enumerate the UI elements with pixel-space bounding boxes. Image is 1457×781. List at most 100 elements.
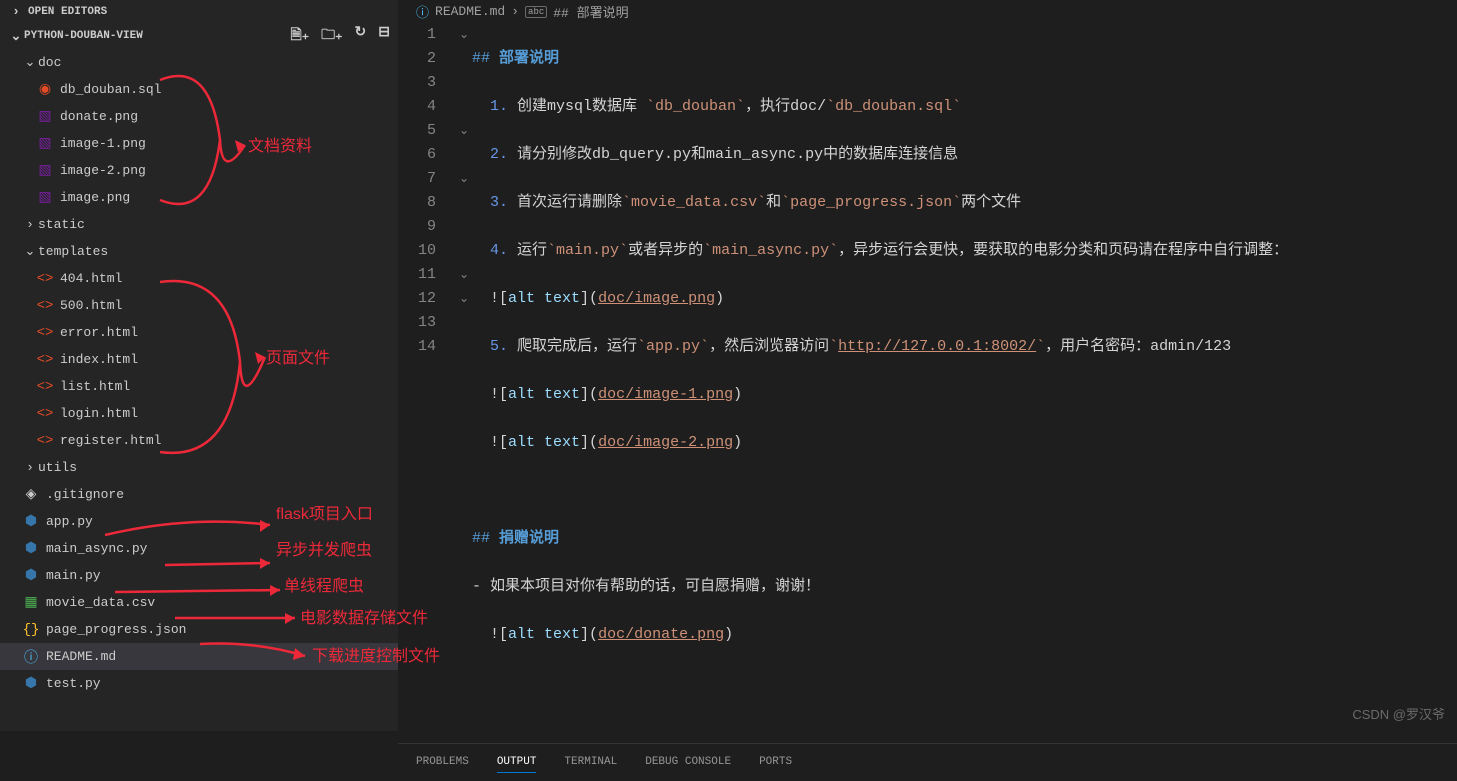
file-label: main.py [46,568,101,583]
html-icon: <> [36,352,54,368]
tree-item-list-html[interactable]: <> list.html [0,373,398,400]
refresh-icon[interactable]: ↻ [355,24,367,48]
breadcrumb[interactable]: ⓘ README.md › abc ## 部署说明 [398,0,1457,23]
new-folder-icon[interactable]: 🗀₊ [321,24,342,48]
line-gutter: 1234567891011121314 [398,23,456,743]
sidebar: › OPEN EDITORS ⌄ PYTHON-DOUBAN-VIEW 🗎₊ 🗀… [0,0,398,731]
img-icon: ▧ [36,189,54,206]
tree-item-donate-png[interactable]: ▧ donate.png [0,103,398,130]
project-name: PYTHON-DOUBAN-VIEW [24,30,143,42]
html-icon: <> [36,406,54,422]
panel-tab-debug-console[interactable]: DEBUG CONSOLE [645,752,731,773]
new-file-icon[interactable]: 🗎₊ [290,24,309,48]
file-label: error.html [60,325,138,340]
chevron-icon: › [22,460,38,475]
file-label: page_progress.json [46,622,186,637]
py-icon: ⬢ [22,540,40,557]
info-icon: ⓘ [416,2,429,21]
html-icon: <> [36,325,54,341]
py-icon: ⬢ [22,567,40,584]
file-tree: ⌄doc◉db_douban.sql▧donate.png▧image-1.pn… [0,49,398,731]
tree-item-README-md[interactable]: ⓘ README.md [0,643,398,670]
tree-item-app-py[interactable]: ⬢app.py [0,508,398,535]
html-icon: <> [36,298,54,314]
tree-item-doc[interactable]: ⌄doc [0,49,398,76]
chevron-icon: ⌄ [22,244,38,259]
panel-tab-terminal[interactable]: TERMINAL [564,752,617,773]
abc-icon: abc [525,6,547,18]
file-label: image.png [60,190,130,205]
breadcrumb-section[interactable]: ## 部署说明 [553,2,628,21]
html-icon: <> [36,271,54,287]
watermark: CSDN @罗汉爷 [1352,704,1445,723]
tree-item-main_async-py[interactable]: ⬢ main_async.py [0,535,398,562]
folder-label: static [38,217,85,232]
folder-label: utils [38,460,77,475]
folder-label: templates [38,244,108,259]
project-header[interactable]: ⌄ PYTHON-DOUBAN-VIEW 🗎₊ 🗀₊ ↻ ⊟ [0,23,398,49]
file-label: test.py [46,676,101,691]
file-label: login.html [60,406,138,421]
tree-item-db_douban-sql[interactable]: ◉ db_douban.sql [0,76,398,103]
file-label: donate.png [60,109,138,124]
tree-item-image-2-png[interactable]: ▧image-2.png [0,157,398,184]
sql-icon: ◉ [36,81,54,98]
tree-item-movie_data-csv[interactable]: ▦ movie_data.csv [0,589,398,616]
img-icon: ▧ [36,108,54,125]
chevron-icon: ⌄ [22,55,38,70]
main-area: ⓘ README.md › abc ## 部署说明 12345678910111… [398,0,1457,731]
tree-item-register-html[interactable]: <> register.html [0,427,398,454]
chevron-icon: › [22,217,38,232]
tree-item-test-py[interactable]: ⬢ test.py [0,670,398,697]
fold-column[interactable]: ⌄⌄⌄⌄⌄ [456,23,472,743]
bottom-panel: PROBLEMS OUTPUT TERMINAL DEBUG CONSOLE PORTS [398,743,1457,781]
editor[interactable]: 1234567891011121314 ⌄⌄⌄⌄⌄ ## 部署说明 1. 创建m… [398,23,1457,743]
chevron-right-icon: › [511,4,519,19]
file-label: db_douban.sql [60,82,161,97]
folder-label: doc [38,55,61,70]
open-editors-label: OPEN EDITORS [28,6,107,18]
panel-tabs: PROBLEMS OUTPUT TERMINAL DEBUG CONSOLE PORTS [398,744,1457,781]
breadcrumb-file[interactable]: README.md [435,4,505,19]
tree-item-index-html[interactable]: <> index.html [0,346,398,373]
html-icon: <> [36,379,54,395]
open-editors-header[interactable]: › OPEN EDITORS [0,0,398,23]
file-label: 404.html [60,271,122,286]
panel-tab-ports[interactable]: PORTS [759,752,792,773]
file-label: index.html [60,352,138,367]
json-icon: {} [22,622,40,638]
chevron-down-icon: ⌄ [8,29,24,44]
tree-item-templates[interactable]: ⌄templates [0,238,398,265]
tree-item-page_progress-json[interactable]: {} page_progress.json [0,616,398,643]
csv-icon: ▦ [22,594,40,611]
collapse-icon[interactable]: ⊟ [378,24,390,48]
html-icon: <> [36,433,54,449]
py-icon: ⬢ [22,675,40,692]
file-label: register.html [60,433,161,448]
tree-item-image-1-png[interactable]: ▧ image-1.png [0,130,398,157]
chevron-right-icon: › [8,4,24,19]
tree-item--gitignore[interactable]: ◈.gitignore [0,481,398,508]
tree-item-404-html[interactable]: <> 404.html [0,265,398,292]
tree-item-error-html[interactable]: <> error.html [0,319,398,346]
file-label: README.md [46,649,116,664]
tree-item-login-html[interactable]: <> login.html [0,400,398,427]
file-label: movie_data.csv [46,595,155,610]
file-label: image-1.png [60,136,146,151]
tree-item-main-py[interactable]: ⬢ main.py [0,562,398,589]
tree-item-utils[interactable]: ›utils [0,454,398,481]
tree-item-static[interactable]: ›static [0,211,398,238]
file-label: list.html [60,379,130,394]
tree-item-500-html[interactable]: <> 500.html [0,292,398,319]
info-icon: ⓘ [22,647,40,667]
img-icon: ▧ [36,135,54,152]
file-label: .gitignore [46,487,124,502]
code-content[interactable]: ## 部署说明 1. 创建mysql数据库 `db_douban`，执行doc/… [472,23,1457,743]
tree-item-image-png[interactable]: ▧ image.png [0,184,398,211]
py-icon: ⬢ [22,513,40,530]
panel-tab-output[interactable]: OUTPUT [497,752,537,773]
panel-tab-problems[interactable]: PROBLEMS [416,752,469,773]
file-label: 500.html [60,298,122,313]
img-icon: ▧ [36,162,54,179]
file-label: main_async.py [46,541,147,556]
